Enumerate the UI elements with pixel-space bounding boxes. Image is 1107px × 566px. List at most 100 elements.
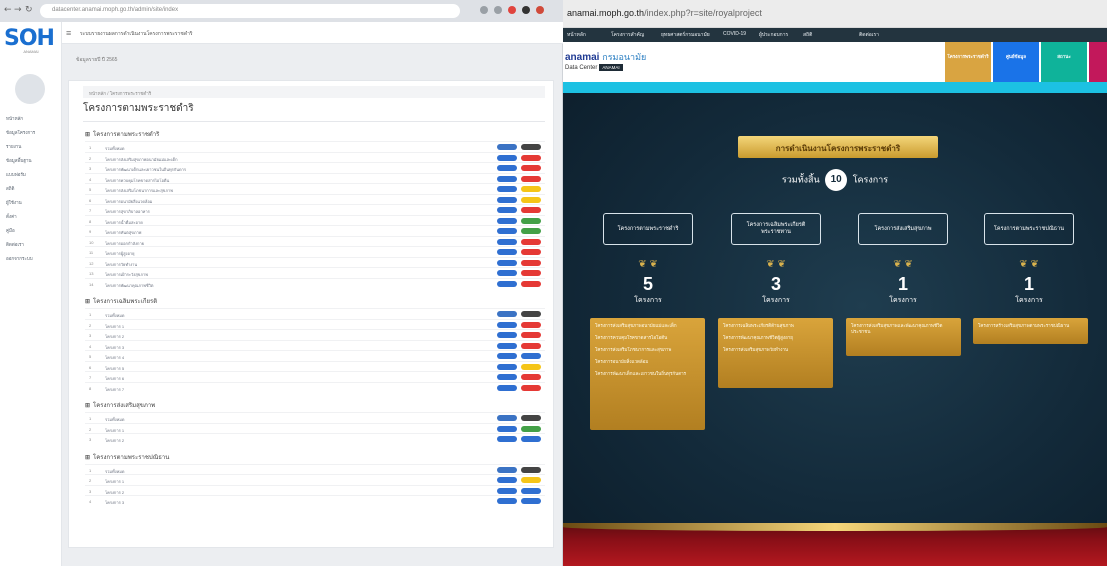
nav-item[interactable]: หน้าหลัก <box>567 31 586 39</box>
status-badge[interactable] <box>521 425 541 432</box>
nav-item[interactable]: ติดต่อเรา <box>859 31 879 39</box>
view-button[interactable] <box>497 466 517 473</box>
nav-item[interactable]: ผู้ประกอบการ <box>759 31 788 39</box>
category-box[interactable]: โครงการเฉลิมพระเกียรติพระราชทาน <box>731 213 821 245</box>
sidebar-item[interactable]: ตั้งค่า <box>6 212 60 226</box>
status-badge[interactable] <box>521 363 541 370</box>
group-header[interactable]: ⊞ โครงการตามพระราชดำริ <box>85 129 545 141</box>
status-badge[interactable] <box>521 144 541 150</box>
sidebar-item[interactable]: ออกจากระบบ <box>6 254 60 268</box>
status-badge[interactable] <box>521 228 541 234</box>
sidebar-item[interactable]: ติดต่อเรา <box>6 240 60 254</box>
status-badge[interactable] <box>521 154 541 161</box>
sidebar-item[interactable]: ข้อมูลโครงการ <box>6 128 60 142</box>
status-badge[interactable] <box>521 165 541 171</box>
view-button[interactable] <box>497 374 517 380</box>
sidebar-item[interactable]: สถิติ <box>6 184 60 198</box>
profile-icon[interactable] <box>522 6 530 14</box>
sidebar-item[interactable]: คู่มือ <box>6 226 60 240</box>
project-link[interactable]: โครงการควบคุมโรคขาดสารไอโอดีน <box>595 335 700 341</box>
sidebar-item[interactable]: รายงาน <box>6 142 60 156</box>
breadcrumb[interactable]: หน้าหลัก / โครงการพระราชดำริ <box>83 86 545 98</box>
header-tile-edge[interactable] <box>1089 42 1107 82</box>
header-tile[interactable]: ศูนย์ข้อมูล <box>993 42 1039 82</box>
header-tile[interactable]: โครงการพระราชดำริ <box>945 42 991 82</box>
view-button[interactable] <box>497 144 517 150</box>
nav-item[interactable]: ยุทธศาสตร์กรมอนามัย <box>661 31 710 39</box>
hamburger-icon[interactable]: ≡ <box>66 28 71 38</box>
view-button[interactable] <box>497 186 517 192</box>
view-button[interactable] <box>497 425 517 432</box>
status-badge[interactable] <box>521 175 541 182</box>
view-button[interactable] <box>497 311 517 317</box>
status-badge[interactable] <box>521 384 541 391</box>
nav-item[interactable]: โครงการสำคัญ <box>611 31 644 39</box>
year-filter[interactable]: ข้อมูลรายปี ปี 2565 <box>62 44 563 74</box>
view-button[interactable] <box>497 196 517 203</box>
status-badge[interactable] <box>521 466 541 473</box>
sidebar-item[interactable]: ผู้ใช้งาน <box>6 198 60 212</box>
status-badge[interactable] <box>521 487 541 494</box>
brand-title[interactable]: anamai กรมอนามัย <box>565 50 646 64</box>
expand-icon[interactable]: ⊞ <box>85 298 93 305</box>
forward-icon[interactable]: → <box>14 5 22 15</box>
sidebar-item[interactable]: หน้าหลัก <box>6 114 60 128</box>
view-button[interactable] <box>497 477 517 483</box>
nav-item[interactable]: COVID-19 <box>723 31 746 37</box>
status-badge[interactable] <box>521 436 541 442</box>
status-badge[interactable] <box>521 311 541 317</box>
menu-icon[interactable] <box>536 6 544 14</box>
status-badge[interactable] <box>521 332 541 338</box>
extension-icon[interactable] <box>494 6 502 14</box>
view-button[interactable] <box>497 249 517 255</box>
view-button[interactable] <box>497 259 517 266</box>
status-badge[interactable] <box>521 280 541 287</box>
view-button[interactable] <box>497 332 517 338</box>
status-badge[interactable] <box>521 196 541 203</box>
view-button[interactable] <box>497 207 517 213</box>
group-header[interactable]: ⊞ โครงการส่งเสริมสุขภาพ <box>85 400 545 412</box>
project-link[interactable]: โครงการเฉลิมพระเกียรติด้านสุขภาพ <box>723 323 828 329</box>
status-badge[interactable] <box>521 217 541 224</box>
nav-item[interactable]: สถิติ <box>803 31 812 39</box>
sidebar-item[interactable]: ข้อมูลพื้นฐาน <box>6 156 60 170</box>
view-button[interactable] <box>497 280 517 287</box>
project-link[interactable]: โครงการสร้างเสริมสุขภาพตามพระราชปณิธาน <box>978 323 1083 329</box>
view-button[interactable] <box>497 342 517 349</box>
project-link[interactable]: โครงการส่งเสริมสุขภาพและพัฒนาคุณภาพชีวิต… <box>851 323 956 335</box>
extension-icon[interactable] <box>480 6 488 14</box>
category-box[interactable]: โครงการตามพระราชดำริ <box>603 213 693 245</box>
view-button[interactable] <box>497 165 517 171</box>
project-link[interactable]: โครงการส่งเสริมโภชนาการและสุขภาพ <box>595 347 700 353</box>
header-tile[interactable]: สถานะ <box>1041 42 1087 82</box>
view-button[interactable] <box>497 238 517 245</box>
view-button[interactable] <box>497 270 517 276</box>
view-button[interactable] <box>497 498 517 504</box>
group-header[interactable]: ⊞ โครงการเฉลิมพระเกียรติ <box>85 296 545 308</box>
status-badge[interactable] <box>521 207 541 213</box>
status-badge[interactable] <box>521 238 541 245</box>
address-bar[interactable]: datacenter.anamai.moph.go.th/admin/site/… <box>40 4 460 18</box>
reload-icon[interactable]: ↻ <box>25 5 33 15</box>
status-badge[interactable] <box>521 353 541 359</box>
view-button[interactable] <box>497 487 517 494</box>
view-button[interactable] <box>497 384 517 391</box>
address-bar[interactable]: anamai.moph.go.th/index.php?r=site/royal… <box>567 8 762 18</box>
category-box[interactable]: โครงการตามพระราชปณิธาน <box>984 213 1074 245</box>
status-badge[interactable] <box>521 477 541 483</box>
avatar[interactable] <box>15 74 45 104</box>
status-badge[interactable] <box>521 321 541 328</box>
view-button[interactable] <box>497 415 517 421</box>
view-button[interactable] <box>497 321 517 328</box>
project-link[interactable]: โครงการส่งเสริมสุขภาพอนามัยแม่และเด็ก <box>595 323 700 329</box>
view-button[interactable] <box>497 353 517 359</box>
sidebar-item[interactable]: แบบฟอร์ม <box>6 170 60 184</box>
status-badge[interactable] <box>521 270 541 276</box>
category-box[interactable]: โครงการส่งเสริมสุขภาพ <box>858 213 948 245</box>
expand-icon[interactable]: ⊞ <box>85 454 93 461</box>
extension-icon[interactable] <box>508 6 516 14</box>
view-button[interactable] <box>497 217 517 224</box>
group-header[interactable]: ⊞ โครงการตามพระราชปณิธาน <box>85 452 545 464</box>
status-badge[interactable] <box>521 498 541 504</box>
status-badge[interactable] <box>521 374 541 380</box>
